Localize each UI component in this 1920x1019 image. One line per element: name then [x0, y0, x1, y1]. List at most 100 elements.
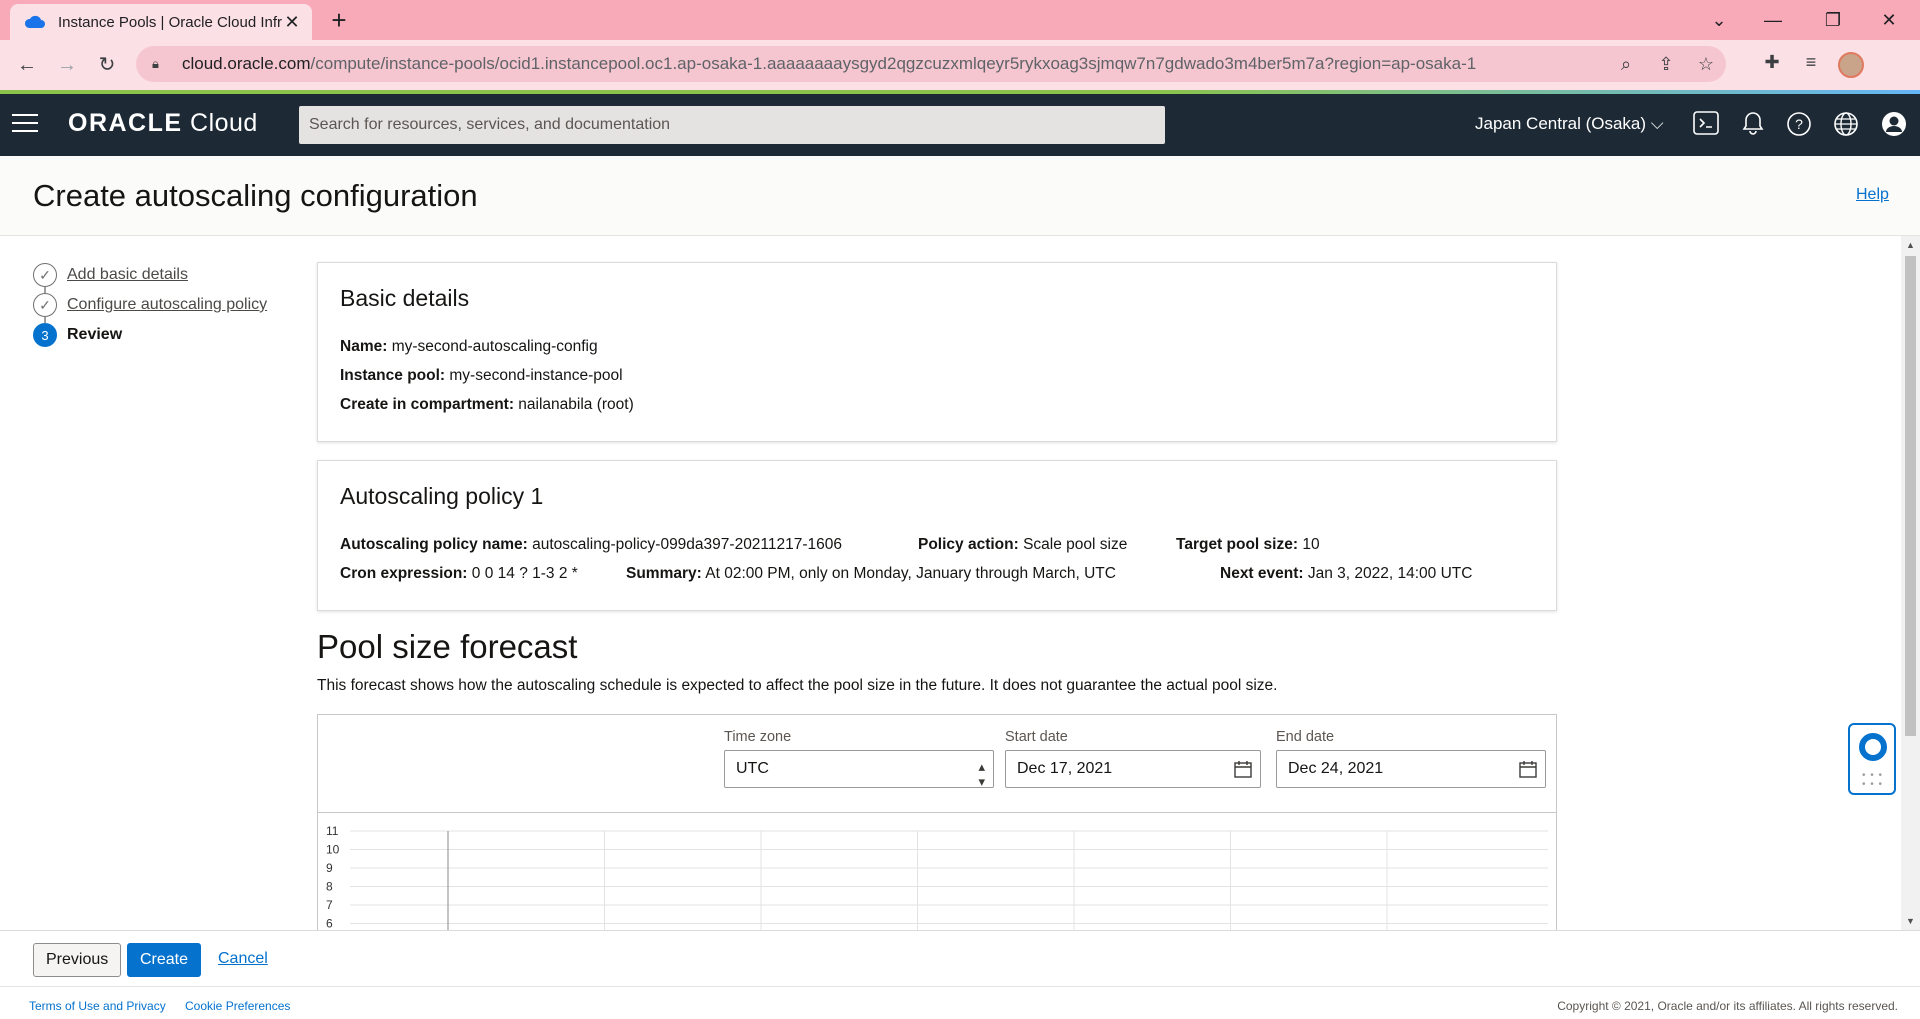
- forecast-panel: Time zone UTC ▴ ▾ Start date Dec 17, 2021…: [317, 714, 1557, 934]
- terms-link[interactable]: Terms of Use and Privacy: [29, 999, 166, 1013]
- tab-search-chevron-icon[interactable]: ⌄: [1696, 6, 1742, 34]
- next-event-field: Next event: Jan 3, 2022, 14:00 UTC: [1220, 565, 1473, 582]
- instance-pool-row: Instance pool: my-second-instance-pool: [340, 367, 623, 384]
- minimize-icon[interactable]: —: [1750, 6, 1796, 34]
- wizard-action-bar: Previous Create Cancel: [0, 930, 1920, 986]
- lock-icon: 🔒︎: [152, 56, 159, 71]
- tab-title: Instance Pools | Oracle Cloud Infr: [58, 13, 282, 31]
- wizard-steps: ✓ Add basic details ✓ Configure autoscal…: [33, 260, 267, 350]
- grip-dots-icon: • • • • • •: [1862, 770, 1884, 790]
- scroll-thumb[interactable]: [1905, 256, 1916, 736]
- menu-icon[interactable]: [12, 114, 38, 134]
- close-window-icon[interactable]: ✕: [1866, 6, 1912, 34]
- forward-icon[interactable]: →: [52, 50, 82, 80]
- new-tab-icon[interactable]: +: [324, 6, 354, 36]
- page-header: Create autoscaling configuration Help: [0, 156, 1920, 236]
- url-text: cloud.oracle.com/compute/instance-pools/…: [182, 54, 1477, 73]
- share-icon[interactable]: ⇪: [1646, 54, 1686, 75]
- check-icon: ✓: [33, 263, 57, 287]
- zoom-icon[interactable]: ⌕: [1606, 54, 1646, 75]
- policy-heading: Autoscaling policy 1: [340, 483, 544, 509]
- forecast-chart: 11 10 9 8 7 6: [326, 824, 1548, 933]
- step-label[interactable]: Configure autoscaling policy: [67, 296, 267, 314]
- cookie-preferences-link[interactable]: Cookie Preferences: [185, 999, 290, 1013]
- basic-details-card: Basic details Name: my-second-autoscalin…: [317, 262, 1557, 442]
- chevron-down-icon: ⌵: [1650, 114, 1664, 133]
- help-link[interactable]: Help: [1856, 186, 1889, 204]
- policy-row-2: Cron expression: 0 0 14 ? 1-3 2 * Summar…: [340, 559, 1534, 588]
- config-name-value: my-second-autoscaling-config: [391, 338, 598, 355]
- y-tick-label: 8: [326, 880, 333, 894]
- start-date-label: Start date: [1005, 729, 1068, 745]
- summary-field: Summary: At 02:00 PM, only on Monday, Ja…: [626, 565, 1116, 582]
- start-date-input[interactable]: Dec 17, 2021: [1005, 750, 1261, 788]
- help-icon[interactable]: ?: [1785, 111, 1813, 139]
- page-scrollbar[interactable]: ▲ ▼: [1901, 236, 1920, 930]
- notifications-bell-icon[interactable]: [1739, 111, 1767, 139]
- sort-arrows-icon: ▴ ▾: [978, 759, 985, 789]
- console-header: ORACLE Cloud Search for resources, servi…: [0, 94, 1920, 156]
- end-date-label: End date: [1276, 729, 1335, 745]
- step-label[interactable]: Add basic details: [67, 266, 188, 284]
- page-footer: Terms of Use and Privacy Cookie Preferen…: [0, 986, 1920, 1019]
- scroll-down-arrow-icon[interactable]: ▼: [1901, 916, 1920, 926]
- forecast-heading: Pool size forecast: [317, 628, 578, 665]
- step-configure-autoscaling-policy[interactable]: ✓ Configure autoscaling policy: [33, 290, 267, 323]
- basic-details-heading: Basic details: [340, 285, 470, 311]
- region-selector[interactable]: Japan Central (Osaka) ⌵: [1475, 114, 1664, 134]
- target-pool-size-field: Target pool size: 10: [1176, 536, 1320, 553]
- lifebuoy-icon: [1859, 733, 1887, 761]
- compartment-value: nailanabila (root): [518, 396, 634, 413]
- scroll-up-arrow-icon[interactable]: ▲: [1901, 240, 1920, 250]
- browser-tabstrip: Instance Pools | Oracle Cloud Infr ✕ + ⌄…: [0, 0, 1920, 40]
- help-lifebuoy-widget[interactable]: • • • • • •: [1848, 723, 1896, 795]
- address-bar[interactable]: 🔒︎ cloud.oracle.com/compute/instance-poo…: [136, 46, 1726, 82]
- create-button[interactable]: Create: [127, 943, 202, 977]
- user-profile-icon[interactable]: [1880, 111, 1908, 139]
- svg-text:?: ?: [1795, 116, 1803, 132]
- y-tick-label: 10: [326, 843, 340, 857]
- back-icon[interactable]: ←: [12, 50, 42, 80]
- step-add-basic-details[interactable]: ✓ Add basic details: [33, 260, 267, 293]
- close-tab-icon[interactable]: ✕: [282, 12, 302, 33]
- profile-avatar[interactable]: [1838, 52, 1864, 78]
- check-icon: ✓: [33, 293, 57, 317]
- forecast-description: This forecast shows how the autoscaling …: [317, 677, 1278, 694]
- cloud-icon: [24, 15, 45, 28]
- browser-tab[interactable]: Instance Pools | Oracle Cloud Infr ✕: [10, 4, 312, 40]
- end-date-input[interactable]: Dec 24, 2021: [1276, 750, 1546, 788]
- y-tick-label: 11: [326, 824, 339, 838]
- policy-action-field: Policy action: Scale pool size: [918, 536, 1128, 553]
- media-controls-icon[interactable]: ≡: [1796, 52, 1826, 73]
- autoscaling-policy-card: Autoscaling policy 1 Autoscaling policy …: [317, 460, 1557, 611]
- instance-pool-value: my-second-instance-pool: [449, 367, 623, 384]
- page-title: Create autoscaling configuration: [33, 178, 478, 213]
- cloud-shell-icon[interactable]: [1692, 111, 1720, 139]
- y-tick-label: 9: [326, 861, 333, 875]
- language-globe-icon[interactable]: [1832, 111, 1860, 139]
- step-number-badge: 3: [33, 323, 57, 347]
- oracle-cloud-logo[interactable]: ORACLE Cloud: [68, 109, 258, 138]
- y-tick-label: 6: [326, 917, 333, 931]
- step-label: Review: [67, 326, 123, 343]
- compartment-row: Create in compartment: nailanabila (root…: [340, 396, 634, 413]
- calendar-icon[interactable]: [1234, 751, 1252, 792]
- extensions-icon[interactable]: ✚: [1757, 52, 1787, 73]
- previous-button[interactable]: Previous: [33, 943, 122, 977]
- policy-name-field: Autoscaling policy name: autoscaling-pol…: [340, 536, 843, 553]
- reload-icon[interactable]: ↻: [92, 50, 122, 80]
- restore-icon[interactable]: ❐: [1810, 6, 1856, 34]
- timezone-select[interactable]: UTC ▴ ▾: [724, 750, 994, 789]
- browser-toolbar: ← → ↻ 🔒︎ cloud.oracle.com/compute/instan…: [0, 40, 1920, 90]
- cron-expression-field: Cron expression: 0 0 14 ? 1-3 2 *: [340, 565, 578, 582]
- bookmark-star-icon[interactable]: ☆: [1686, 54, 1726, 75]
- search-input[interactable]: Search for resources, services, and docu…: [299, 106, 1165, 144]
- policy-row-1: Autoscaling policy name: autoscaling-pol…: [340, 530, 1534, 559]
- timezone-label: Time zone: [724, 729, 792, 745]
- name-row: Name: my-second-autoscaling-config: [340, 338, 598, 355]
- cancel-link[interactable]: Cancel: [218, 943, 268, 977]
- calendar-icon[interactable]: [1519, 751, 1537, 792]
- y-tick-label: 7: [326, 898, 333, 912]
- step-review: 3 Review: [33, 320, 267, 350]
- copyright-text: Copyright © 2021, Oracle and/or its affi…: [1557, 999, 1898, 1013]
